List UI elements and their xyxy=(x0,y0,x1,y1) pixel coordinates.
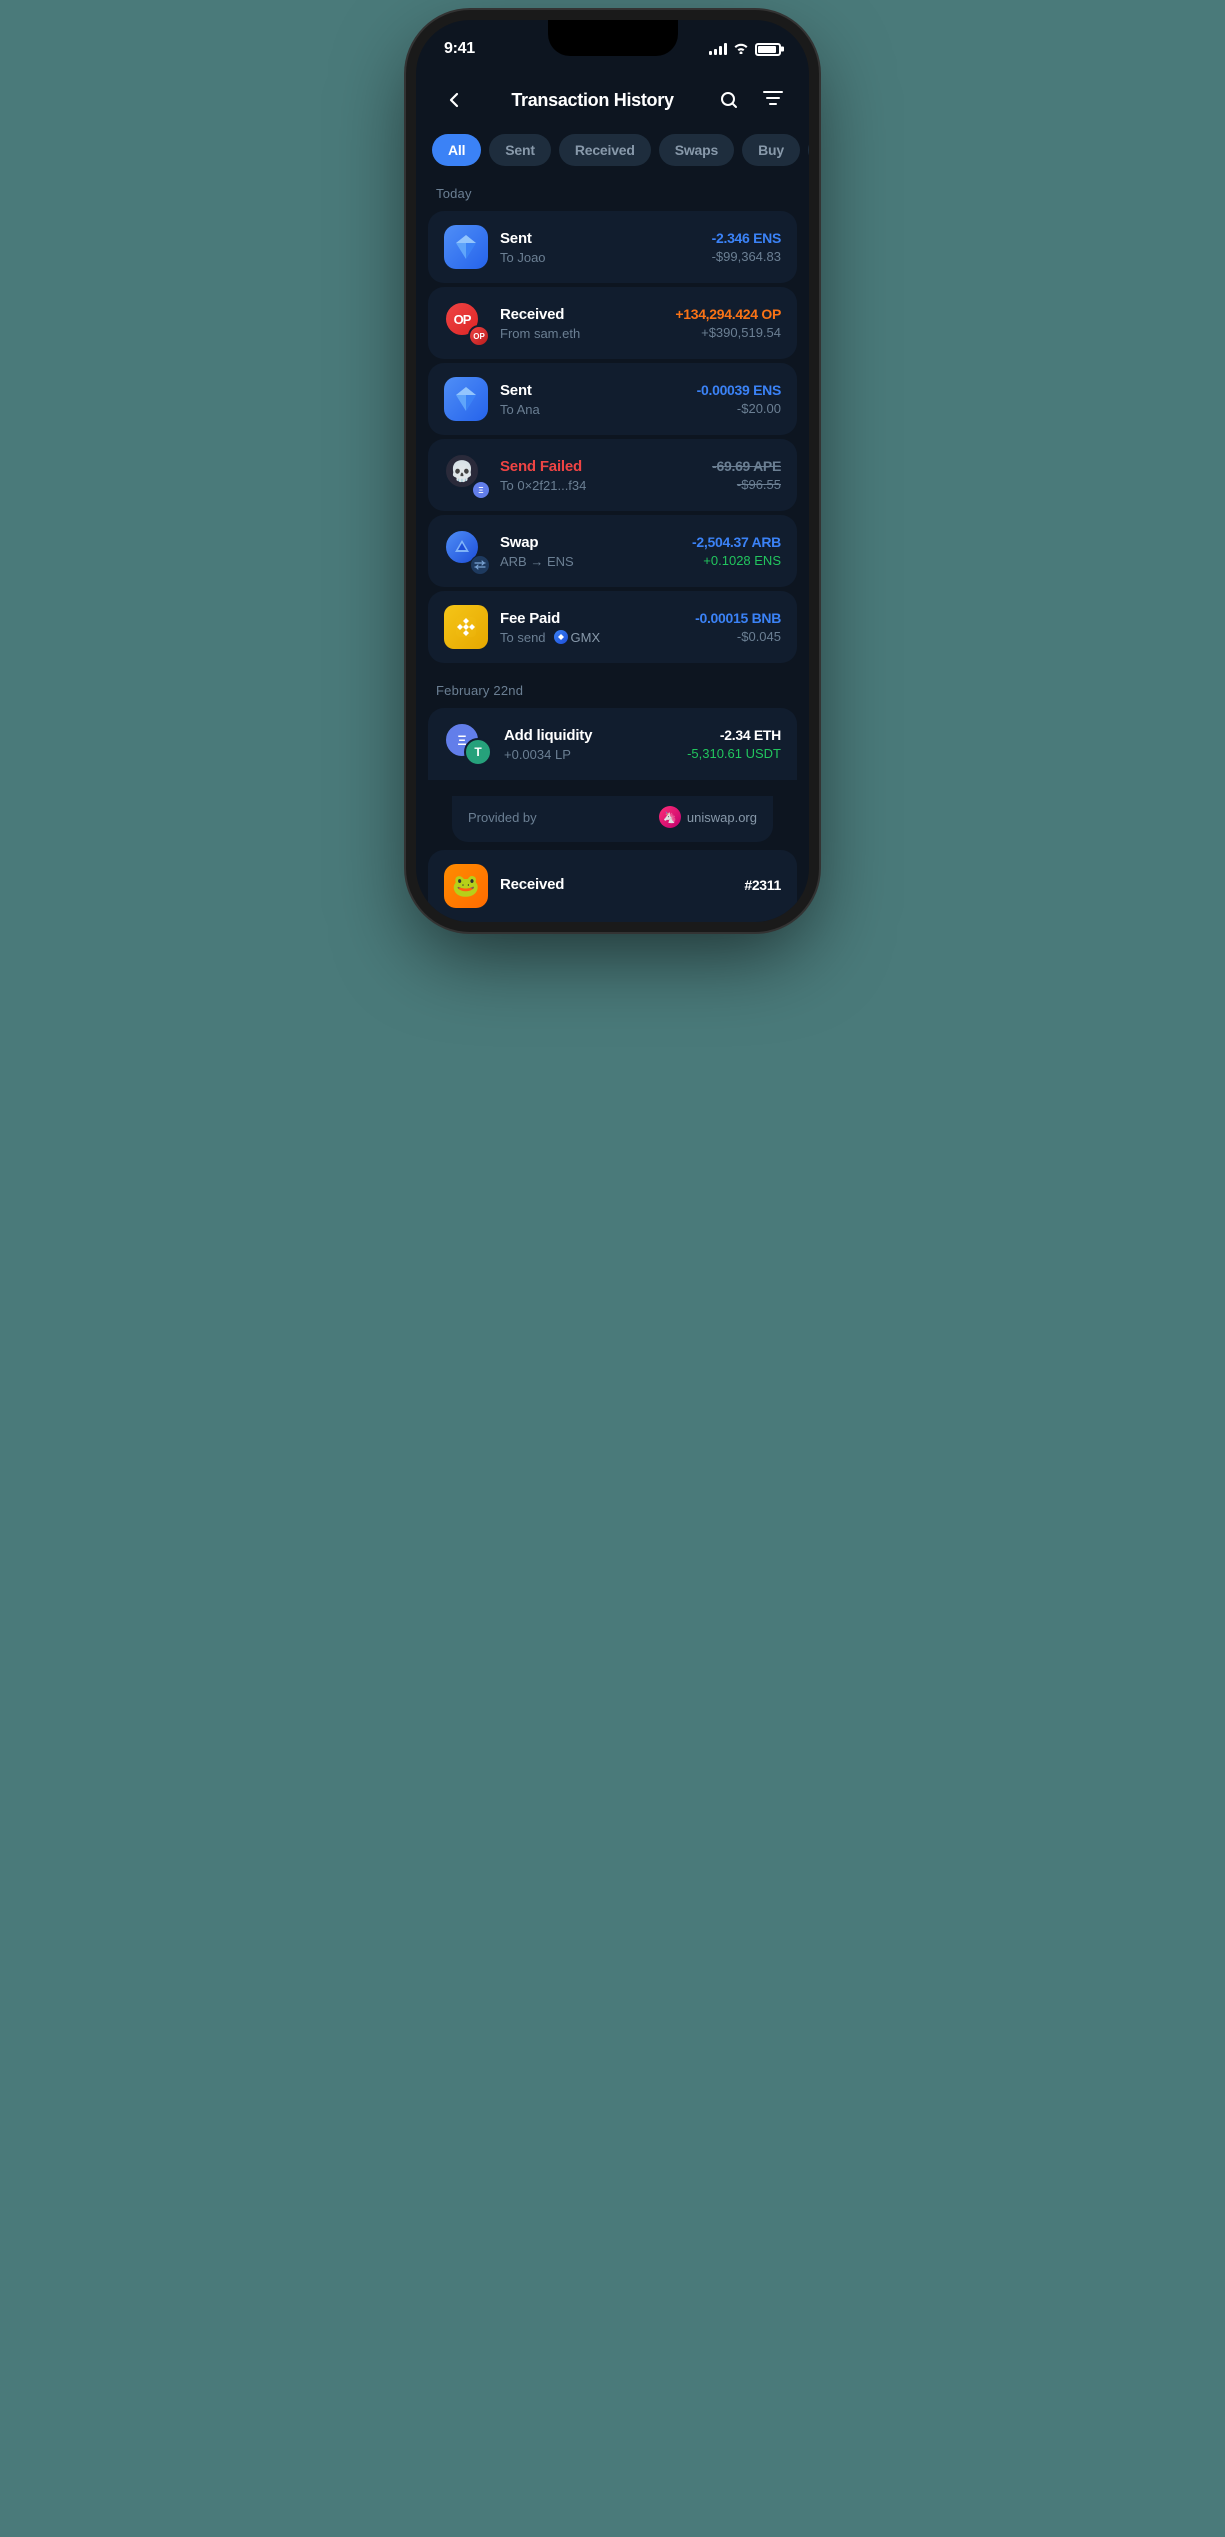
tab-all[interactable]: All xyxy=(432,134,481,166)
filter-tabs: All Sent Received Swaps Buy Se xyxy=(416,134,809,186)
provided-by-section: Provided by 🦄 uniswap.org xyxy=(440,784,785,842)
tx-amounts-fee: -0.00015 BNB -$0.045 xyxy=(695,610,781,644)
notch xyxy=(548,20,678,56)
tx-sub-failed: To 0×2f21...f34 xyxy=(500,478,700,493)
tx-amounts-sent-ana: -0.00039 ENS -$20.00 xyxy=(697,382,781,416)
tx-sent-ens-ana[interactable]: Sent To Ana -0.00039 ENS -$20.00 xyxy=(428,363,797,435)
section-today-label: Today xyxy=(416,186,809,211)
tx-amounts-failed: -69.69 APE -$96.55 xyxy=(712,458,781,492)
status-time: 9:41 xyxy=(444,40,475,58)
signal-icon xyxy=(709,43,727,55)
tx-icon-ens xyxy=(444,225,488,269)
tx-primary-amount-op: +134,294.424 OP xyxy=(675,306,781,322)
header: Transaction History xyxy=(416,70,809,134)
tx-sent-ens-joao[interactable]: Sent To Joao -2.346 ENS -$99,364.83 xyxy=(428,211,797,283)
tx-primary-amount-fee: -0.00015 BNB xyxy=(695,610,781,626)
tx-swap-arb-ens[interactable]: Swap ARB → ENS -2,504.37 ARB +0.1028 ENS xyxy=(428,515,797,587)
tx-primary-amount-failed: -69.69 APE xyxy=(712,458,781,474)
tx-sub-sent-ana: To Ana xyxy=(500,402,685,417)
tx-icon-op: OP OP xyxy=(444,301,488,345)
transaction-list-feb22: Ξ T Add liquidity +0.0034 LP -2.34 ETH -… xyxy=(416,708,809,922)
tab-sell[interactable]: Se xyxy=(808,134,809,166)
tx-title-liquidity: Add liquidity xyxy=(504,727,675,744)
tx-sub-fee: To send GMX xyxy=(500,630,683,645)
tx-secondary-amount-failed: -$96.55 xyxy=(712,477,781,492)
page-title: Transaction History xyxy=(511,90,673,111)
tx-secondary-amount: -$99,364.83 xyxy=(712,249,781,264)
tx-sub-liquidity: +0.0034 LP xyxy=(504,747,675,762)
tx-icon-ens2 xyxy=(444,377,488,421)
tx-primary-amount-swap: -2,504.37 ARB xyxy=(692,534,781,550)
tx-info-failed: Send Failed To 0×2f21...f34 xyxy=(500,458,700,493)
tx-failed-ape[interactable]: 💀 Ξ Send Failed To 0×2f21...f34 -69.69 A… xyxy=(428,439,797,511)
tx-info-received-op: Received From sam.eth xyxy=(500,306,663,341)
tx-sub-swap: ARB → ENS xyxy=(500,554,680,569)
tx-title-sent-ana: Sent xyxy=(500,382,685,399)
provided-by-bar: Provided by 🦄 uniswap.org xyxy=(452,796,773,842)
header-actions xyxy=(713,84,789,116)
tab-sent[interactable]: Sent xyxy=(489,134,551,166)
tx-title-fee: Fee Paid xyxy=(500,610,683,627)
search-button[interactable] xyxy=(713,84,745,116)
tx-title-failed: Send Failed xyxy=(500,458,700,475)
provided-by-label: Provided by xyxy=(468,810,537,825)
tx-primary-amount-ana: -0.00039 ENS xyxy=(697,382,781,398)
uniswap-icon: 🦄 xyxy=(659,806,681,828)
tx-amounts-received-op: +134,294.424 OP +$390,519.54 xyxy=(675,306,781,340)
tx-amounts-nft: #2311 xyxy=(744,877,781,896)
tx-primary-amount-liquidity: -2.34 ETH xyxy=(687,727,781,743)
tx-title-nft: Received xyxy=(500,876,732,893)
phone-frame: 9:41 Transaction History xyxy=(416,20,809,922)
tx-title-received-op: Received xyxy=(500,306,663,323)
tx-amounts-sent-joao: -2.346 ENS -$99,364.83 xyxy=(712,230,781,264)
tx-received-nft[interactable]: 🐸 Received #2311 xyxy=(428,850,797,922)
tx-info-nft: Received xyxy=(500,876,732,896)
wifi-icon xyxy=(733,42,749,57)
battery-icon xyxy=(755,43,781,56)
tab-swaps[interactable]: Swaps xyxy=(659,134,734,166)
tx-icon-lp: Ξ T xyxy=(444,722,492,766)
tx-icon-swap xyxy=(444,529,488,573)
tx-sub-sent-joao: To Joao xyxy=(500,250,700,265)
back-button[interactable] xyxy=(436,82,472,118)
tx-icon-nft: 🐸 xyxy=(444,864,488,908)
tx-secondary-amount-op: +$390,519.54 xyxy=(675,325,781,340)
tx-info-fee: Fee Paid To send GMX xyxy=(500,610,683,645)
tab-buy[interactable]: Buy xyxy=(742,134,800,166)
tx-amounts-swap: -2,504.37 ARB +0.1028 ENS xyxy=(692,534,781,568)
tx-primary-amount: -2.346 ENS xyxy=(712,230,781,246)
tx-secondary-amount-ana: -$20.00 xyxy=(697,401,781,416)
tx-info-liquidity: Add liquidity +0.0034 LP xyxy=(504,727,675,762)
uniswap-label: uniswap.org xyxy=(687,810,757,825)
section-feb22-label: February 22nd xyxy=(416,683,809,708)
tab-received[interactable]: Received xyxy=(559,134,651,166)
tx-received-op-sam[interactable]: OP OP Received From sam.eth +134,294.424… xyxy=(428,287,797,359)
transaction-list-today: Sent To Joao -2.346 ENS -$99,364.83 OP O… xyxy=(416,211,809,663)
tx-secondary-amount-swap: +0.1028 ENS xyxy=(692,553,781,568)
tx-info-swap: Swap ARB → ENS xyxy=(500,534,680,569)
filter-button[interactable] xyxy=(757,84,789,116)
provided-by-source[interactable]: 🦄 uniswap.org xyxy=(659,806,757,828)
gmx-token-icon xyxy=(554,630,568,644)
tx-icon-failed: 💀 Ξ xyxy=(444,453,488,497)
tx-info-sent-joao: Sent To Joao xyxy=(500,230,700,265)
tx-title-swap: Swap xyxy=(500,534,680,551)
tx-primary-amount-nft: #2311 xyxy=(744,877,781,893)
tx-title-sent-joao: Sent xyxy=(500,230,700,247)
tx-icon-bnb xyxy=(444,605,488,649)
tx-fee-bnb[interactable]: Fee Paid To send GMX -0.00015 BNB -$0.04… xyxy=(428,591,797,663)
tx-info-sent-ana: Sent To Ana xyxy=(500,382,685,417)
status-icons xyxy=(709,42,781,57)
tx-secondary-amount-fee: -$0.045 xyxy=(695,629,781,644)
tx-secondary-amount-liquidity: -5,310.61 USDT xyxy=(687,746,781,761)
tx-amounts-liquidity: -2.34 ETH -5,310.61 USDT xyxy=(687,727,781,761)
tx-sub-received-op: From sam.eth xyxy=(500,326,663,341)
tx-add-liquidity[interactable]: Ξ T Add liquidity +0.0034 LP -2.34 ETH -… xyxy=(428,708,797,780)
